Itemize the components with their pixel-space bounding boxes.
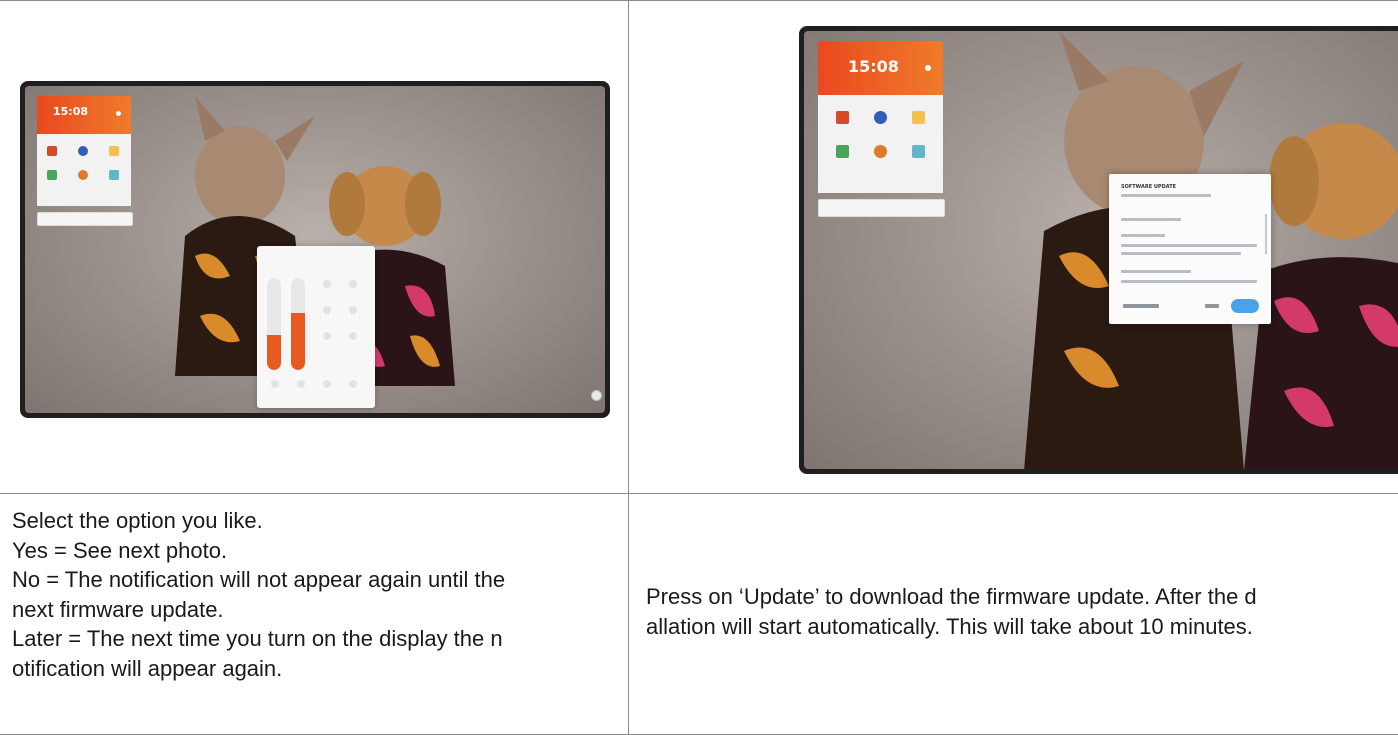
software-update-dialog: SOFTWARE UPDATE [1109,174,1271,324]
app-icon-2[interactable] [874,111,887,124]
dialog-text-line [1121,270,1191,273]
app-icon-3[interactable] [912,111,925,124]
panel-button-6[interactable] [349,332,357,340]
clock-settings-icon[interactable] [925,65,931,71]
dialog-text-line [1121,244,1257,247]
cell-instructions-left: Select the option you like. Yes = See ne… [12,506,626,732]
app-icon-2[interactable] [78,146,88,156]
display-wallpaper: 15:08 SOFTWARE UPDATE [804,31,1398,469]
panel-button-7[interactable] [271,380,279,388]
panel-button-4[interactable] [349,306,357,314]
app-icon-4[interactable] [836,145,849,158]
app-icon-4[interactable] [47,170,57,180]
instruction-line: allation will start automatically. This … [646,613,1253,639]
app-icon-1[interactable] [47,146,57,156]
volume-slider[interactable] [291,278,305,370]
app-icon-3[interactable] [109,146,119,156]
panel-button-9[interactable] [323,380,331,388]
panel-button-1[interactable] [323,280,331,288]
instruction-line: otification will appear again. [12,655,283,681]
dialog-text-line [1121,252,1241,255]
app-icon-6[interactable] [109,170,119,180]
instruction-table: 15:08 15:08 SOFTWARE UPDATE Select the o… [0,0,1398,735]
clock-settings-icon[interactable] [116,111,121,116]
apps-widget [37,134,131,206]
app-icon-5[interactable] [874,145,887,158]
instruction-line: Select the option you like. [12,508,263,533]
cell-instructions-right: Press on ‘Update’ to download the firmwa… [646,582,1398,662]
control-panel [257,246,375,408]
volume-fill [291,312,305,370]
cell-photo-left: 15:08 [0,1,628,493]
table-border-middle [0,493,1398,494]
app-icon-6[interactable] [912,145,925,158]
panel-button-10[interactable] [349,380,357,388]
instruction-line: next firmware update. [12,596,224,622]
instruction-line: No = The notification will not appear ag… [12,567,506,592]
display-screenshot-left: 15:08 [20,81,610,418]
cell-photo-right: 15:08 SOFTWARE UPDATE [629,1,1398,493]
clock-widget: 15:08 [818,41,943,95]
app-icon-5[interactable] [78,170,88,180]
source-selector[interactable] [37,212,133,226]
display-wallpaper: 15:08 [25,86,605,413]
panel-button-3[interactable] [323,306,331,314]
dialog-title: SOFTWARE UPDATE [1121,184,1177,190]
update-button[interactable] [1231,299,1259,313]
dialog-text-line [1121,280,1257,283]
panel-button-8[interactable] [297,380,305,388]
dialog-text-line [1121,194,1211,197]
dialog-text-line [1121,234,1165,237]
dialog-text-line [1121,218,1181,221]
apps-widget [818,95,943,193]
later-button[interactable] [1205,304,1219,308]
dialog-scrollbar[interactable] [1265,214,1267,254]
clock-time: 15:08 [53,105,89,118]
panel-button-5[interactable] [323,332,331,340]
instruction-line: Yes = See next photo. [12,537,228,563]
clock-widget: 15:08 [37,96,131,134]
instruction-line: Later = The next time you turn on the di… [12,626,503,651]
instruction-line: Press on ‘Update’ to download the firmwa… [646,584,1257,609]
brightness-slider[interactable] [267,278,281,370]
clock-time: 15:08 [848,57,899,76]
home-button[interactable] [591,390,602,401]
app-icon-1[interactable] [836,111,849,124]
source-selector[interactable] [818,199,945,217]
display-screenshot-right: 15:08 SOFTWARE UPDATE [799,26,1398,474]
panel-button-2[interactable] [349,280,357,288]
brightness-fill [267,335,281,370]
no-button[interactable] [1123,304,1159,308]
